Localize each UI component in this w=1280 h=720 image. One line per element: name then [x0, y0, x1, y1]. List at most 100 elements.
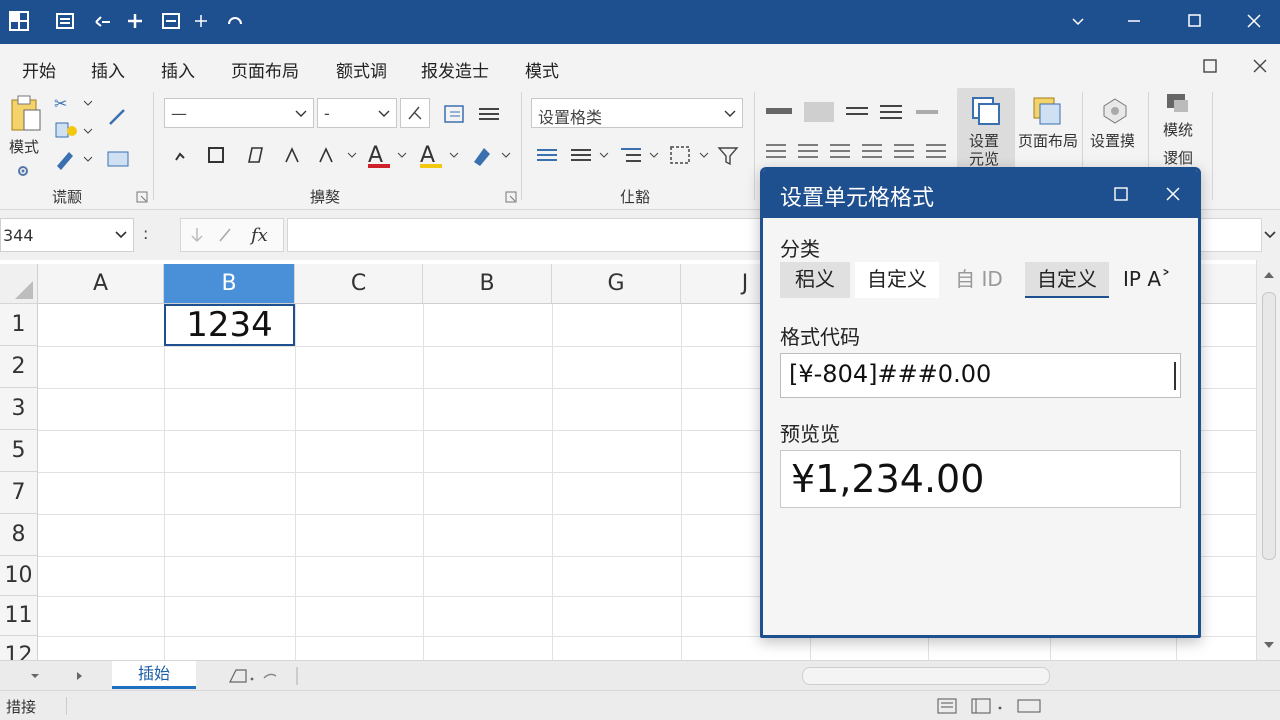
paste-icon[interactable]: [8, 94, 44, 134]
scroll-down-icon[interactable]: [1262, 638, 1276, 652]
close-icon[interactable]: [1240, 8, 1268, 34]
font-dialog-launcher-icon[interactable]: [505, 188, 517, 203]
add-sheet-icon[interactable]: [228, 666, 288, 686]
column-header-c[interactable]: C: [295, 264, 423, 304]
mode-label[interactable]: 模式: [9, 138, 39, 156]
column-header-a[interactable]: A: [38, 264, 164, 304]
permission-button[interactable]: 设置摸: [1090, 132, 1135, 150]
ribbon-restore-icon[interactable]: [1198, 54, 1222, 78]
maximize-icon[interactable]: [1180, 8, 1208, 34]
font-color-icon[interactable]: A: [366, 142, 410, 170]
font-name-value: —: [171, 104, 187, 123]
dialog-title-bar[interactable]: 设置单元格格式: [763, 170, 1198, 218]
category-ipa[interactable]: IP A˃: [1117, 262, 1177, 298]
row-header-7[interactable]: 7: [0, 472, 38, 514]
minimize-icon[interactable]: [1120, 8, 1148, 34]
merge-icon[interactable]: [668, 144, 712, 166]
format-code-input[interactable]: [¥-804]###0.00: [780, 353, 1181, 398]
select-all-corner[interactable]: [0, 264, 38, 304]
border-icon[interactable]: [204, 144, 228, 166]
row-header-12[interactable]: 12: [0, 636, 38, 660]
format-cells-button[interactable]: 设置 元览: [957, 88, 1015, 170]
number-format-value: 设置格类: [538, 108, 603, 127]
sheet-tab-active[interactable]: 插始: [112, 661, 196, 689]
indent-icon[interactable]: [442, 102, 468, 126]
ribbon-close-icon[interactable]: [1248, 54, 1272, 78]
horizontal-scrollbar[interactable]: [802, 667, 1050, 685]
copy-icon[interactable]: [54, 120, 94, 142]
dialog-close-icon[interactable]: [1161, 182, 1185, 206]
tab-formulas[interactable]: 额式调: [336, 57, 387, 82]
undo-icon[interactable]: [92, 10, 114, 32]
decrease-font-icon[interactable]: [316, 144, 360, 166]
list-icon[interactable]: [618, 144, 662, 166]
save-icon[interactable]: [54, 10, 76, 32]
chevron-down-icon[interactable]: [1064, 8, 1092, 34]
row-header-5[interactable]: 5: [0, 430, 38, 472]
category-general[interactable]: 稆义: [780, 262, 850, 298]
tab-mode[interactable]: 模式: [525, 57, 559, 82]
row-header-8[interactable]: 8: [0, 514, 38, 556]
highlight-color-icon[interactable]: A: [418, 142, 462, 170]
category-id[interactable]: 自 ID: [945, 262, 1013, 298]
dialog-maximize-icon[interactable]: [1109, 182, 1133, 206]
tab-insert[interactable]: 插入: [91, 57, 125, 82]
cell-styles-row-1[interactable]: [764, 100, 954, 126]
filter-icon[interactable]: [716, 144, 742, 168]
sparkle-icon[interactable]: [124, 10, 146, 32]
tab-home[interactable]: 开始: [22, 57, 56, 82]
font-name-dropdown[interactable]: —: [164, 98, 314, 128]
increase-font-icon[interactable]: [282, 144, 304, 166]
bold-icon[interactable]: [170, 144, 192, 166]
add-icon[interactable]: [190, 10, 212, 32]
category-custom[interactable]: 自定义: [855, 262, 939, 298]
dialog-launcher-icon[interactable]: [136, 188, 148, 203]
template-icon[interactable]: [1164, 90, 1192, 116]
tab-page-layout[interactable]: 页面布局: [231, 57, 299, 82]
tab-review[interactable]: 报发造士: [421, 57, 489, 82]
fill-color-icon[interactable]: [470, 142, 514, 170]
gear-icon[interactable]: [14, 162, 32, 180]
redo-icon[interactable]: [224, 10, 246, 32]
row-header-1[interactable]: 1: [0, 304, 38, 346]
insert-function-icon[interactable]: fx: [249, 223, 275, 247]
category-custom-selected[interactable]: 自定义: [1025, 262, 1109, 298]
form-icon[interactable]: [160, 10, 182, 32]
align-center-icon[interactable]: [568, 144, 612, 166]
clear-format-icon[interactable]: [400, 98, 430, 128]
align-left-icon[interactable]: [534, 144, 560, 166]
cell-b1[interactable]: 1234: [164, 304, 295, 346]
row-header-2[interactable]: 2: [0, 346, 38, 388]
column-header-d[interactable]: B: [423, 264, 552, 304]
picture-icon[interactable]: [106, 148, 130, 170]
vertical-scrollbar[interactable]: [1256, 260, 1280, 660]
column-header-g[interactable]: G: [552, 264, 681, 304]
tab-insert-2[interactable]: 插入: [161, 57, 195, 82]
italic-icon[interactable]: [242, 144, 266, 166]
align-icon[interactable]: [476, 102, 502, 126]
wand-icon[interactable]: [106, 106, 130, 128]
template-button[interactable]: 模统 谡佪: [1163, 116, 1199, 172]
sheet-scroll-right-icon[interactable]: [72, 670, 86, 682]
font-size-dropdown[interactable]: -: [317, 98, 397, 128]
permission-icon[interactable]: [1100, 96, 1130, 126]
page-layout-button[interactable]: 页面布局: [1018, 132, 1078, 150]
format-painter-icon[interactable]: [54, 148, 94, 170]
cancel-entry-icon[interactable]: [187, 225, 207, 245]
row-header-11[interactable]: 11: [0, 596, 38, 636]
view-mode-icons[interactable]: [936, 696, 1046, 716]
name-box[interactable]: 344: [0, 218, 134, 252]
confirm-entry-icon[interactable]: [215, 225, 235, 245]
row-header-3[interactable]: 3: [0, 388, 38, 430]
scrollbar-thumb[interactable]: [1262, 292, 1276, 560]
scroll-up-icon[interactable]: [1262, 268, 1276, 282]
expand-formula-icon[interactable]: [1264, 230, 1276, 240]
group-label-clipboard: 谎颥: [52, 188, 83, 206]
column-header-b[interactable]: B: [164, 264, 295, 304]
page-layout-icon[interactable]: [1032, 96, 1062, 126]
row-header-10[interactable]: 10: [0, 556, 38, 596]
cell-styles-row-2[interactable]: [764, 140, 954, 166]
sheet-scroll-left-icon[interactable]: [28, 670, 42, 682]
cut-icon[interactable]: ✂: [54, 92, 94, 114]
number-format-dropdown[interactable]: 设置格类: [531, 98, 743, 128]
